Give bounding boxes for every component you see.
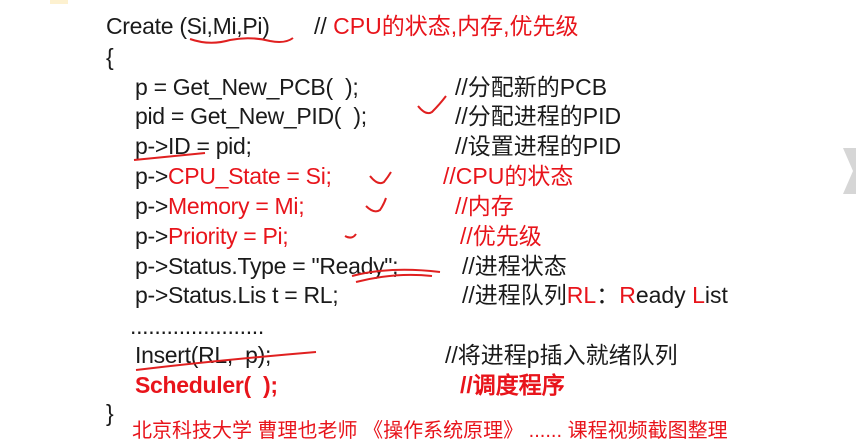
- chevron-right-icon: [843, 148, 856, 194]
- check-mark: [344, 233, 357, 239]
- strike-ready: [351, 268, 441, 283]
- annotation-layer: [133, 37, 856, 371]
- check-mark: [365, 197, 387, 213]
- underline-insert: [135, 351, 317, 371]
- underline-params: [189, 37, 294, 44]
- check-mark: [417, 95, 447, 115]
- underline-id: [133, 152, 206, 161]
- check-mark: [369, 171, 392, 185]
